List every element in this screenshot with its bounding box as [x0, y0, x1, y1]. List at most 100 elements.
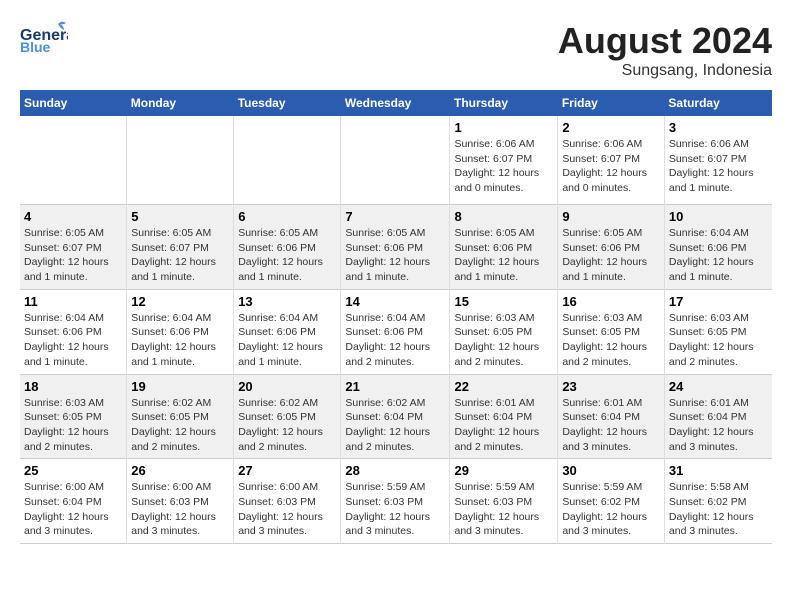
day-info: Sunrise: 5:58 AM Sunset: 6:02 PM Dayligh…	[669, 480, 768, 539]
day-number: 15	[454, 294, 553, 309]
day-number: 7	[345, 209, 445, 224]
col-header-thursday: Thursday	[450, 90, 558, 116]
week-row-1: 1 Sunrise: 6:06 AM Sunset: 6:07 PM Daylig…	[20, 116, 772, 205]
day-number: 3	[669, 120, 768, 135]
day-number: 24	[669, 379, 768, 394]
day-number: 31	[669, 463, 768, 478]
day-number: 4	[24, 209, 122, 224]
col-header-friday: Friday	[558, 90, 665, 116]
day-cell	[234, 116, 341, 205]
day-number: 22	[454, 379, 553, 394]
day-info: Sunrise: 5:59 AM Sunset: 6:02 PM Dayligh…	[562, 480, 660, 539]
day-cell: 15 Sunrise: 6:03 AM Sunset: 6:05 PM Dayli…	[450, 289, 558, 374]
month-year: August 2024	[558, 20, 772, 62]
day-cell: 20 Sunrise: 6:02 AM Sunset: 6:05 PM Dayli…	[234, 374, 341, 459]
day-number: 18	[24, 379, 122, 394]
day-info: Sunrise: 6:02 AM Sunset: 6:04 PM Dayligh…	[345, 396, 445, 455]
day-cell	[20, 116, 127, 205]
day-number: 8	[454, 209, 553, 224]
col-header-sunday: Sunday	[20, 90, 127, 116]
day-info: Sunrise: 6:04 AM Sunset: 6:06 PM Dayligh…	[345, 311, 445, 370]
page-header: General Blue August 2024 Sungsang, Indon…	[20, 20, 772, 80]
day-number: 17	[669, 294, 768, 309]
day-info: Sunrise: 6:00 AM Sunset: 6:03 PM Dayligh…	[238, 480, 336, 539]
col-header-monday: Monday	[127, 90, 234, 116]
day-cell: 17 Sunrise: 6:03 AM Sunset: 6:05 PM Dayli…	[664, 289, 772, 374]
day-cell: 6Sunrise: 6:05 AM Sunset: 6:06 PM Daylig…	[234, 205, 341, 290]
day-cell: 19 Sunrise: 6:02 AM Sunset: 6:05 PM Dayli…	[127, 374, 234, 459]
week-row-5: 25 Sunrise: 6:00 AM Sunset: 6:04 PM Dayli…	[20, 459, 772, 544]
day-number: 29	[454, 463, 553, 478]
title-block: August 2024 Sungsang, Indonesia	[558, 20, 772, 80]
location: Sungsang, Indonesia	[558, 62, 772, 80]
col-header-saturday: Saturday	[664, 90, 772, 116]
day-info: Sunrise: 6:03 AM Sunset: 6:05 PM Dayligh…	[669, 311, 768, 370]
day-info: Sunrise: 6:05 AM Sunset: 6:07 PM Dayligh…	[131, 226, 229, 285]
day-cell: 8 Sunrise: 6:05 AM Sunset: 6:06 PM Daylig…	[450, 205, 558, 290]
day-number: 20	[238, 379, 336, 394]
day-number: 12	[131, 294, 229, 309]
day-cell: 4 Sunrise: 6:05 AM Sunset: 6:07 PM Daylig…	[20, 205, 127, 290]
day-number: 28	[345, 463, 445, 478]
day-info: Sunrise: 6:04 AM Sunset: 6:06 PM Dayligh…	[131, 311, 229, 370]
day-info: Sunrise: 6:06 AM Sunset: 6:07 PM Dayligh…	[562, 137, 660, 196]
day-cell: 29 Sunrise: 5:59 AM Sunset: 6:03 PM Dayli…	[450, 459, 558, 544]
day-number: 5	[131, 209, 229, 224]
day-number: 26	[131, 463, 229, 478]
day-info: Sunrise: 6:03 AM Sunset: 6:05 PM Dayligh…	[454, 311, 553, 370]
day-cell: 7 Sunrise: 6:05 AM Sunset: 6:06 PM Daylig…	[341, 205, 450, 290]
day-cell: 24 Sunrise: 6:01 AM Sunset: 6:04 PM Dayli…	[664, 374, 772, 459]
day-cell: 1 Sunrise: 6:06 AM Sunset: 6:07 PM Daylig…	[450, 116, 558, 205]
week-row-2: 4 Sunrise: 6:05 AM Sunset: 6:07 PM Daylig…	[20, 205, 772, 290]
day-number: 25	[24, 463, 122, 478]
day-info: Sunrise: 6:04 AM Sunset: 6:06 PM Dayligh…	[669, 226, 768, 285]
day-number: 13	[238, 294, 336, 309]
day-cell	[127, 116, 234, 205]
day-cell: 13Sunrise: 6:04 AM Sunset: 6:06 PM Dayli…	[234, 289, 341, 374]
day-info: Sunrise: 6:01 AM Sunset: 6:04 PM Dayligh…	[562, 396, 660, 455]
day-cell: 31 Sunrise: 5:58 AM Sunset: 6:02 PM Dayli…	[664, 459, 772, 544]
svg-text:Blue: Blue	[20, 39, 51, 55]
day-info: Sunrise: 6:03 AM Sunset: 6:05 PM Dayligh…	[24, 396, 122, 455]
day-info: Sunrise: 6:04 AM Sunset: 6:06 PM Dayligh…	[24, 311, 122, 370]
day-info: Sunrise: 6:02 AM Sunset: 6:05 PM Dayligh…	[238, 396, 336, 455]
day-info: Sunrise: 6:02 AM Sunset: 6:05 PM Dayligh…	[131, 396, 229, 455]
day-number: 14	[345, 294, 445, 309]
logo: General Blue	[20, 20, 68, 56]
day-number: 30	[562, 463, 660, 478]
day-info: Sunrise: 6:00 AM Sunset: 6:04 PM Dayligh…	[24, 480, 122, 539]
day-info: Sunrise: 5:59 AM Sunset: 6:03 PM Dayligh…	[345, 480, 445, 539]
day-cell: 21Sunrise: 6:02 AM Sunset: 6:04 PM Dayli…	[341, 374, 450, 459]
col-header-wednesday: Wednesday	[341, 90, 450, 116]
day-number: 1	[454, 120, 553, 135]
day-info: Sunrise: 6:05 AM Sunset: 6:06 PM Dayligh…	[345, 226, 445, 285]
day-cell: 14 Sunrise: 6:04 AM Sunset: 6:06 PM Dayli…	[341, 289, 450, 374]
day-number: 2	[562, 120, 660, 135]
day-cell: 28 Sunrise: 5:59 AM Sunset: 6:03 PM Dayli…	[341, 459, 450, 544]
day-cell: 27 Sunrise: 6:00 AM Sunset: 6:03 PM Dayli…	[234, 459, 341, 544]
day-info: Sunrise: 6:06 AM Sunset: 6:07 PM Dayligh…	[454, 137, 553, 196]
day-number: 23	[562, 379, 660, 394]
day-cell: 3Sunrise: 6:06 AM Sunset: 6:07 PM Daylig…	[664, 116, 772, 205]
week-row-3: 11Sunrise: 6:04 AM Sunset: 6:06 PM Dayli…	[20, 289, 772, 374]
day-number: 19	[131, 379, 229, 394]
day-info: Sunrise: 6:05 AM Sunset: 6:07 PM Dayligh…	[24, 226, 122, 285]
day-cell: 2 Sunrise: 6:06 AM Sunset: 6:07 PM Daylig…	[558, 116, 665, 205]
day-number: 10	[669, 209, 768, 224]
calendar-table: SundayMondayTuesdayWednesdayThursdayFrid…	[20, 90, 772, 544]
day-info: Sunrise: 6:00 AM Sunset: 6:03 PM Dayligh…	[131, 480, 229, 539]
day-cell: 12 Sunrise: 6:04 AM Sunset: 6:06 PM Dayli…	[127, 289, 234, 374]
day-info: Sunrise: 6:01 AM Sunset: 6:04 PM Dayligh…	[669, 396, 768, 455]
day-info: Sunrise: 6:05 AM Sunset: 6:06 PM Dayligh…	[238, 226, 336, 285]
day-info: Sunrise: 6:05 AM Sunset: 6:06 PM Dayligh…	[454, 226, 553, 285]
col-header-tuesday: Tuesday	[234, 90, 341, 116]
day-cell: 30 Sunrise: 5:59 AM Sunset: 6:02 PM Dayli…	[558, 459, 665, 544]
day-number: 27	[238, 463, 336, 478]
day-cell: 9Sunrise: 6:05 AM Sunset: 6:06 PM Daylig…	[558, 205, 665, 290]
day-cell: 18 Sunrise: 6:03 AM Sunset: 6:05 PM Dayli…	[20, 374, 127, 459]
day-number: 9	[562, 209, 660, 224]
day-cell: 11Sunrise: 6:04 AM Sunset: 6:06 PM Dayli…	[20, 289, 127, 374]
day-info: Sunrise: 5:59 AM Sunset: 6:03 PM Dayligh…	[454, 480, 553, 539]
day-cell: 23 Sunrise: 6:01 AM Sunset: 6:04 PM Dayli…	[558, 374, 665, 459]
day-cell: 26 Sunrise: 6:00 AM Sunset: 6:03 PM Dayli…	[127, 459, 234, 544]
